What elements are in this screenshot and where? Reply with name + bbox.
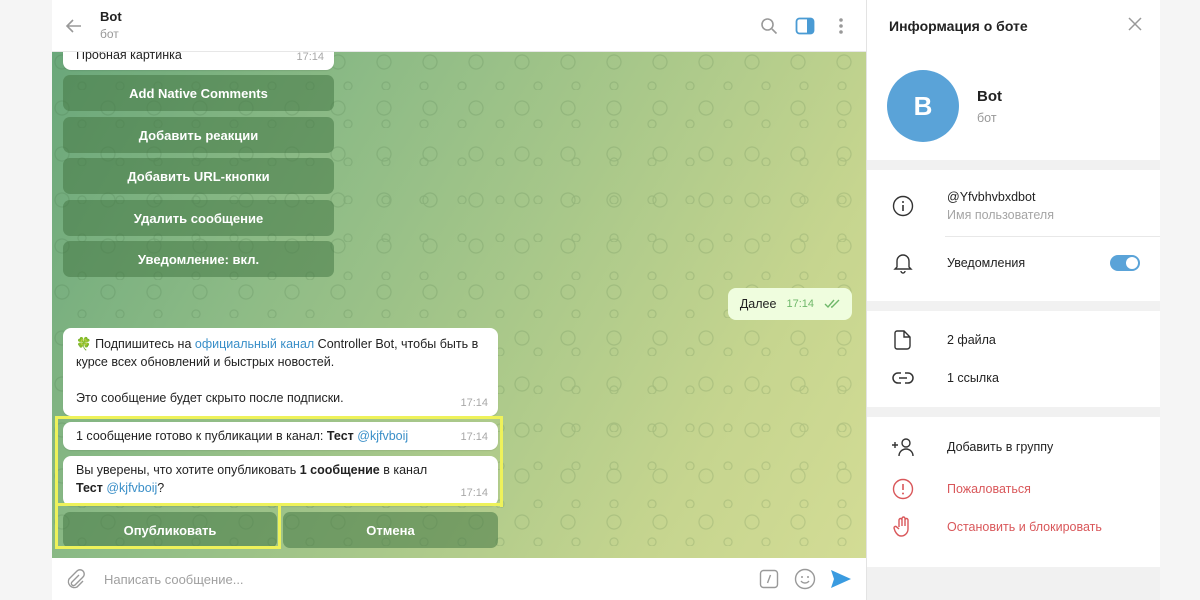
channel-handle-link[interactable]: @kjfvboij [106,481,157,495]
emoji-button[interactable] [792,566,818,592]
inline-button-add-native-comments[interactable]: Add Native Comments [63,75,334,111]
double-check-icon [824,299,840,309]
official-channel-link[interactable]: официальный канал [195,337,314,351]
channel-handle-link[interactable]: @kjfvboij [357,429,408,443]
add-user-icon [892,438,914,457]
message-time: 17:14 [786,298,814,310]
close-panel-button[interactable] [1128,16,1142,36]
chat-area: Bot бот Пробная картинка 17:14 Add Nativ… [52,0,866,600]
more-button[interactable] [830,15,852,37]
sidebar-toggle-icon [795,17,815,34]
message-time: 17:14 [296,52,324,63]
chat-header: Bot бот [52,0,866,52]
links-count: 1 ссылка [947,371,999,385]
outgoing-message: Далее 17:14 [727,288,852,320]
ready-message: 1 сообщение готово к публикации в канал:… [63,422,498,450]
paperclip-icon [67,569,85,589]
username: @Yfvbhvbxdbot [947,190,1036,204]
files-row[interactable]: 2 файла [867,321,1160,359]
confirm-message: Вы уверены, что хотите опубликовать 1 со… [63,456,498,506]
notifications-label: Уведомления [947,256,1026,270]
message-time: 17:14 [460,397,488,409]
message-text: Пробная картинка [76,52,182,62]
notifications-toggle[interactable] [1110,255,1140,271]
publish-button[interactable]: Опубликовать [63,512,277,548]
file-icon [894,330,911,350]
message-text: Далее [739,297,777,311]
hand-stop-icon [893,516,909,537]
inline-button-delete-message[interactable]: Удалить сообщение [63,200,334,236]
info-panel: Информация о боте B Bot бот @Yfvbhvbxdbo… [866,0,1160,600]
username-label: Имя пользователя [947,208,1054,222]
search-icon [761,17,778,34]
info-icon [892,195,914,217]
back-arrow-icon [65,18,81,33]
block-row[interactable]: Остановить и блокировать [867,509,1160,545]
attach-button[interactable] [62,566,88,592]
files-count: 2 файла [947,333,996,347]
inline-button-add-reactions[interactable]: Добавить реакции [63,117,334,153]
composer [52,558,866,600]
message-input[interactable] [88,571,746,587]
search-button[interactable] [758,15,780,37]
add-to-group-row[interactable]: Добавить в группу [867,425,1160,469]
profile-name: Bot [977,87,1002,105]
send-button[interactable] [828,566,854,592]
slash-command-icon [759,569,779,589]
links-row[interactable]: 1 ссылка [867,359,1160,397]
clover-icon: 🍀 [76,337,92,351]
smiley-icon [794,568,816,590]
bot-commands-button[interactable] [756,566,782,592]
message-bubble: Пробная картинка 17:14 [63,52,334,70]
panel-title: Информация о боте [889,18,1028,34]
close-icon [1128,16,1142,31]
chat-title-block[interactable]: Bot бот [96,9,758,43]
block-label: Остановить и блокировать [947,520,1102,534]
message-list[interactable]: Пробная картинка 17:14 Add Native Commen… [52,52,866,558]
send-icon [831,570,851,588]
sidebar-toggle-button[interactable] [794,15,816,37]
report-label: Пожаловаться [947,482,1031,496]
chat-subtitle: бот [100,26,119,41]
avatar[interactable]: B [887,70,959,142]
back-button[interactable] [52,16,96,36]
telegram-window: Bot бот Пробная картинка 17:14 Add Nativ… [52,0,1160,600]
inline-button-notification[interactable]: Уведомление: вкл. [63,241,334,277]
profile: B Bot бот [867,52,1160,160]
cancel-button[interactable]: Отмена [283,512,498,548]
bell-icon [893,254,913,274]
link-icon [892,372,914,384]
profile-subtitle: бот [977,110,997,125]
report-row[interactable]: Пожаловаться [867,469,1160,509]
notifications-row[interactable]: Уведомления [867,237,1160,289]
chat-title: Bot [100,8,122,24]
message-note: Это сообщение будет скрыто после подписк… [76,391,344,405]
inline-button-add-url-buttons[interactable]: Добавить URL-кнопки [63,158,334,194]
subscribe-message: 🍀 Подпишитесь на официальный канал Contr… [63,328,498,416]
more-vertical-icon [839,17,843,34]
add-to-group-label: Добавить в группу [947,440,1054,454]
report-icon [892,478,914,500]
message-time: 17:14 [460,487,488,499]
username-row[interactable]: @Yfvbhvbxdbot Имя пользователя [867,184,1160,228]
message-time: 17:14 [460,431,488,443]
